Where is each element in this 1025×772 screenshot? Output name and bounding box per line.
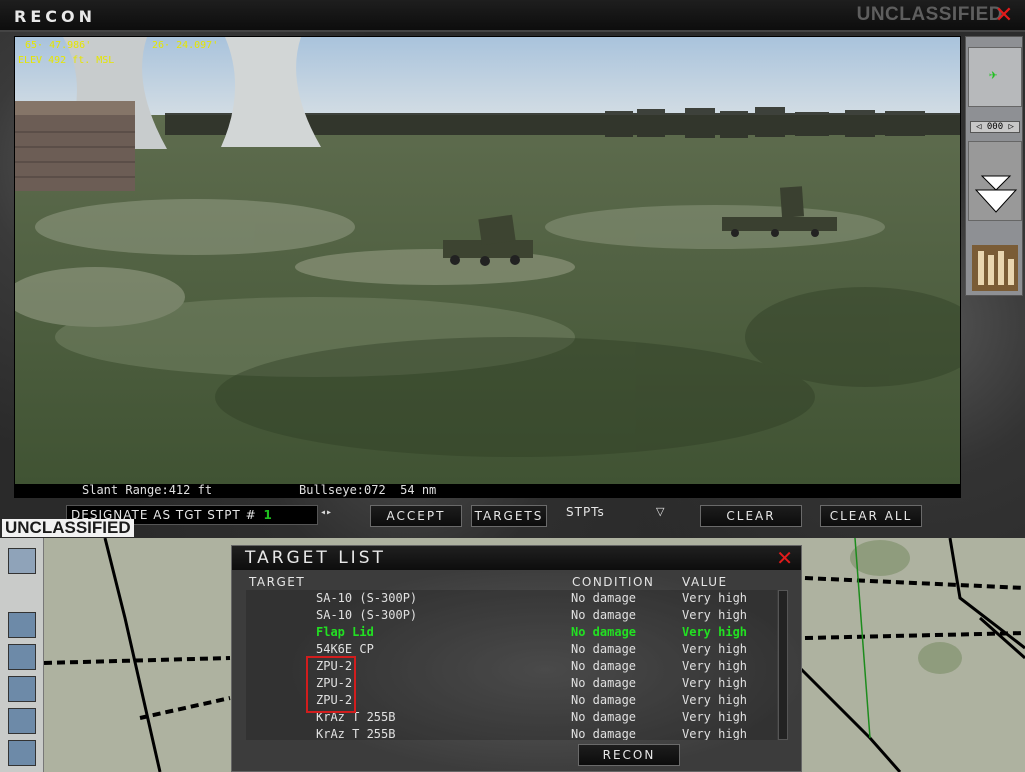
classification-banner-top: UNCLASSIFIED [856, 4, 1003, 25]
recon-title: RECON [14, 7, 96, 26]
classification-banner-bottom: UNCLASSIFIED [2, 519, 134, 537]
intel-tool-icon[interactable] [8, 740, 36, 766]
target-condition: No damage [571, 693, 637, 707]
target-condition: No damage [571, 591, 637, 605]
target-name: SA-10 (S-300P) [316, 591, 418, 605]
range-bar: Slant Range:412 ft Bullseye:072 54 nm [14, 483, 961, 498]
target-name: KrAz T 255B [316, 727, 396, 740]
target-name: 54K6E CP [316, 642, 374, 656]
zpu-highlight-box [306, 656, 356, 713]
recon-tool-icon[interactable] [8, 612, 36, 638]
target-condition: No damage [571, 676, 637, 690]
clear-button[interactable]: CLEAR [700, 505, 802, 527]
column-header-target[interactable]: TARGET [249, 575, 305, 589]
target-value: Very high [682, 642, 748, 656]
table-row[interactable]: KrAz T 255B No damage Very high [246, 726, 777, 740]
column-header-condition[interactable]: CONDITION [572, 575, 654, 589]
recon-3d-view[interactable]: 65· 47.986' 26· 24.097' ELEV 492 ft. MSL [14, 36, 961, 497]
stpts-dropdown[interactable]: STPTs ▽ [566, 505, 672, 525]
target-value: Very high [682, 727, 748, 740]
column-header-value[interactable]: VALUE [682, 575, 728, 589]
longitude-readout: 26· 24.097' [152, 40, 219, 51]
target-name: SA-10 (S-300P) [316, 608, 418, 622]
chevron-down-icon[interactable]: ▽ [656, 505, 665, 518]
target-value: Very high [682, 676, 748, 690]
map-toolbar [0, 538, 44, 772]
target-name: Flap Lid [316, 625, 374, 639]
target-list-titlebar[interactable]: TARGET LIST ✕ [232, 546, 801, 570]
target-condition: No damage [571, 710, 637, 724]
target-condition: No damage [571, 727, 637, 740]
weather-icon[interactable] [8, 548, 36, 574]
heading-readout[interactable]: ◁ 000 ▷ [970, 121, 1020, 133]
target-condition: No damage [571, 625, 637, 639]
bullseye-readout: Bullseye:072 54 nm [299, 483, 437, 497]
recon-control-row: DESIGNATE AS TGT STPT # 1 ◂▸ ACCEPT TARG… [0, 502, 1025, 528]
stpt-spinner[interactable]: ◂▸ [320, 507, 332, 518]
targets-button[interactable]: TARGETS [471, 505, 547, 527]
table-row[interactable]: SA-10 (S-300P) No damage Very high [246, 590, 777, 607]
table-row-selected[interactable]: Flap Lid No damage Very high [246, 624, 777, 641]
recon-window: RECON UNCLASSIFIED ✕ 65· 47.986' 26· 24.… [0, 0, 1025, 540]
target-value: Very high [682, 710, 748, 724]
target-condition: No damage [571, 642, 637, 656]
accept-button[interactable]: ACCEPT [370, 505, 462, 527]
slant-range-readout: Slant Range:412 ft [82, 483, 213, 497]
arrow-down-icon[interactable] [974, 172, 1018, 214]
recon-titlebar[interactable]: RECON UNCLASSIFIED ✕ [0, 0, 1025, 32]
stpt-number[interactable]: 1 [263, 508, 272, 522]
target-condition: No damage [571, 608, 637, 622]
target-value: Very high [682, 608, 748, 622]
stpts-label: STPTs [566, 505, 605, 519]
building-icon[interactable] [972, 245, 1018, 291]
flight-tool-icon[interactable] [8, 676, 36, 702]
target-list-scrollbar[interactable] [778, 590, 788, 740]
close-icon[interactable]: ✕ [776, 546, 793, 570]
table-row[interactable]: SA-10 (S-300P) No damage Very high [246, 607, 777, 624]
recon-button[interactable]: RECON [578, 744, 680, 766]
view-control-panel: ✈ ◁ 000 ▷ [965, 36, 1023, 296]
target-value: Very high [682, 591, 748, 605]
target-value: Very high [682, 693, 748, 707]
elevation-readout: ELEV 492 ft. MSL [18, 55, 115, 66]
package-tool-icon[interactable] [8, 644, 36, 670]
aircraft-icon: ✈ [989, 67, 998, 83]
clear-all-button[interactable]: CLEAR ALL [820, 505, 922, 527]
close-icon[interactable]: ✕ [993, 5, 1015, 27]
target-value: Very high [682, 625, 748, 639]
target-list-title: TARGET LIST [245, 548, 386, 568]
airbase-tool-icon[interactable] [8, 708, 36, 734]
latitude-readout: 65· 47.986' [25, 40, 92, 51]
target-value: Very high [682, 659, 748, 673]
target-condition: No damage [571, 659, 637, 673]
